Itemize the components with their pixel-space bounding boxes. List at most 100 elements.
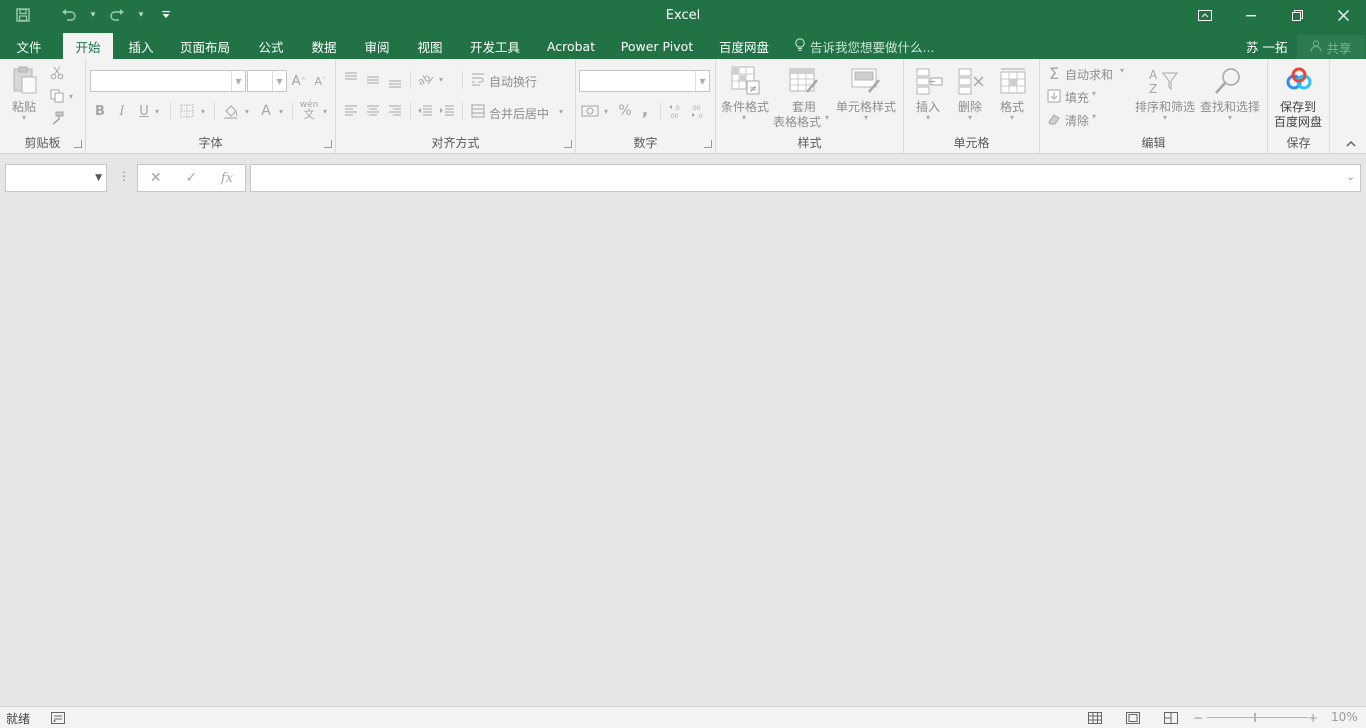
cell-styles-dropdown-icon[interactable]: ▾ xyxy=(864,113,868,122)
font-launcher-icon[interactable] xyxy=(324,140,332,148)
format-painter-icon[interactable] xyxy=(48,109,66,127)
tab-view[interactable]: 视图 xyxy=(408,33,452,59)
tab-review[interactable]: 审阅 xyxy=(355,33,399,59)
tab-data[interactable]: 数据 xyxy=(302,33,346,59)
formula-input[interactable]: ⌄ xyxy=(250,164,1361,192)
zoom-slider-thumb[interactable] xyxy=(1254,713,1256,722)
cut-icon[interactable] xyxy=(48,64,66,82)
format-cells-dropdown-icon[interactable]: ▾ xyxy=(1010,113,1014,122)
insert-cells-icon[interactable] xyxy=(914,65,944,97)
page-layout-view-icon[interactable] xyxy=(1125,710,1141,725)
conditional-dropdown-icon[interactable]: ▾ xyxy=(742,113,746,122)
font-size-select[interactable]: ▼ xyxy=(247,70,287,92)
increase-font-size-icon[interactable]: A ^ xyxy=(291,72,307,90)
paste-icon[interactable] xyxy=(10,64,40,96)
insert-cells-dropdown-icon[interactable]: ▾ xyxy=(926,113,930,122)
user-name[interactable]: 苏 一拓 xyxy=(1246,33,1287,59)
tab-baidu-netdisk[interactable]: 百度网盘 xyxy=(710,33,778,59)
clipboard-launcher-icon[interactable] xyxy=(74,140,82,148)
enter-icon[interactable]: ✓ xyxy=(185,170,197,186)
ribbon-display-options-icon[interactable] xyxy=(1182,0,1228,31)
normal-view-icon[interactable] xyxy=(1087,710,1103,725)
merge-center-icon[interactable] xyxy=(470,103,486,119)
sort-filter-dropdown-icon[interactable]: ▾ xyxy=(1163,113,1167,122)
chevron-down-icon[interactable]: ▼ xyxy=(95,173,102,183)
tab-formulas[interactable]: 公式 xyxy=(249,33,293,59)
italic-button[interactable]: I xyxy=(114,102,130,120)
autosum-label[interactable]: 自动求和 xyxy=(1065,66,1113,83)
orientation-dropdown-icon[interactable]: ▾ xyxy=(436,70,446,88)
align-right-icon[interactable] xyxy=(386,102,404,120)
fill-label[interactable]: 填充 xyxy=(1065,89,1089,106)
zoom-level[interactable]: 10% xyxy=(1331,710,1358,724)
wrap-text-label[interactable]: 自动换行 xyxy=(489,73,537,90)
copy-icon[interactable] xyxy=(48,87,66,105)
format-as-table-dropdown-icon[interactable]: ▾ xyxy=(825,113,829,122)
decrease-indent-icon[interactable] xyxy=(416,102,434,120)
autosum-icon[interactable]: Σ xyxy=(1045,64,1063,83)
autosum-dropdown-icon[interactable]: ▾ xyxy=(1120,66,1124,75)
align-center-icon[interactable] xyxy=(364,102,382,120)
fill-dropdown-icon[interactable]: ▾ xyxy=(1092,89,1096,98)
align-middle-icon[interactable] xyxy=(364,71,382,89)
merge-center-label[interactable]: 合并后居中 xyxy=(489,105,549,122)
restore-icon[interactable] xyxy=(1274,0,1320,31)
zoom-slider[interactable] xyxy=(1207,717,1308,718)
insert-function-icon[interactable]: fx xyxy=(221,171,233,186)
align-top-icon[interactable] xyxy=(342,69,360,87)
number-format-select[interactable]: ▼ xyxy=(579,70,710,92)
phonetic-dropdown-icon[interactable]: ▾ xyxy=(320,102,330,120)
font-color-dropdown-icon[interactable]: ▾ xyxy=(276,102,286,120)
format-as-table-label-2[interactable]: 表格格式 xyxy=(773,113,821,130)
tab-home[interactable]: 开始 xyxy=(63,33,113,59)
borders-dropdown-icon[interactable]: ▾ xyxy=(198,102,208,120)
increase-indent-icon[interactable] xyxy=(438,102,456,120)
formula-bar-grip-icon[interactable]: ⋮ xyxy=(118,169,130,183)
sort-filter-icon[interactable]: AZ xyxy=(1146,65,1180,97)
accounting-dropdown-icon[interactable]: ▾ xyxy=(601,102,611,120)
minimize-icon[interactable] xyxy=(1228,0,1274,31)
decrease-font-size-icon[interactable]: Aˇ xyxy=(312,72,328,90)
delete-cells-icon[interactable] xyxy=(956,65,986,97)
page-break-preview-icon[interactable] xyxy=(1163,710,1179,725)
tab-power-pivot[interactable]: Power Pivot xyxy=(614,33,700,59)
share-button[interactable]: 共享 xyxy=(1297,35,1365,59)
cell-styles-icon[interactable] xyxy=(850,65,882,97)
tab-page-layout[interactable]: 页面布局 xyxy=(172,33,238,59)
underline-dropdown-icon[interactable]: ▾ xyxy=(152,102,162,120)
borders-icon[interactable] xyxy=(178,102,196,120)
collapse-ribbon-icon[interactable] xyxy=(1344,137,1358,151)
zoom-in-icon[interactable]: + xyxy=(1305,710,1321,725)
fill-icon[interactable] xyxy=(1045,87,1063,105)
tab-developer[interactable]: 开发工具 xyxy=(461,33,529,59)
tell-me-search[interactable]: 告诉我您想要做什么... xyxy=(794,33,934,59)
format-cells-icon[interactable] xyxy=(998,65,1028,97)
clear-dropdown-icon[interactable]: ▾ xyxy=(1092,112,1096,121)
underline-button[interactable]: U xyxy=(136,102,152,120)
bold-button[interactable]: B xyxy=(92,102,108,120)
close-icon[interactable] xyxy=(1320,0,1366,31)
delete-cells-dropdown-icon[interactable]: ▾ xyxy=(968,113,972,122)
macro-recording-icon[interactable] xyxy=(50,710,66,725)
copy-dropdown-icon[interactable]: ▾ xyxy=(66,87,76,105)
baidu-netdisk-icon[interactable] xyxy=(1283,65,1315,95)
phonetic-guide-button[interactable]: wén 文 xyxy=(298,99,320,121)
fill-color-dropdown-icon[interactable]: ▾ xyxy=(242,102,252,120)
accounting-format-icon[interactable] xyxy=(580,102,600,120)
orientation-icon[interactable]: ab xyxy=(416,70,436,88)
decrease-decimal-icon[interactable]: .00.0 xyxy=(688,102,708,120)
comma-style-button[interactable]: , xyxy=(638,100,652,119)
percent-button[interactable]: % xyxy=(616,102,634,120)
wrap-text-icon[interactable] xyxy=(470,71,486,87)
clear-icon[interactable] xyxy=(1045,110,1063,128)
font-color-button[interactable]: A xyxy=(258,101,274,121)
align-left-icon[interactable] xyxy=(342,102,360,120)
alignment-launcher-icon[interactable] xyxy=(564,140,572,148)
font-name-select[interactable]: ▼ xyxy=(90,70,246,92)
tab-file[interactable]: 文件 xyxy=(6,33,52,59)
increase-decimal-icon[interactable]: .0.00 xyxy=(666,102,686,120)
number-launcher-icon[interactable] xyxy=(704,140,712,148)
merge-center-dropdown-icon[interactable]: ▾ xyxy=(556,102,566,120)
tab-insert[interactable]: 插入 xyxy=(118,33,164,59)
cancel-icon[interactable]: ✕ xyxy=(150,170,162,186)
